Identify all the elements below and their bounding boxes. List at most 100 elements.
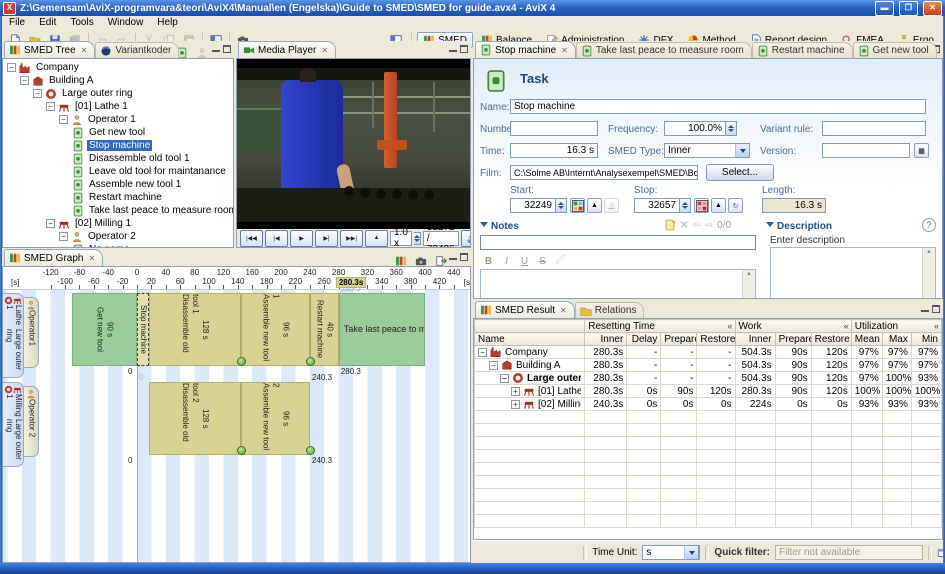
link-dot-icon[interactable] bbox=[237, 446, 246, 455]
collapse-group-icon[interactable]: « bbox=[844, 321, 849, 331]
close-tab-icon[interactable]: ✕ bbox=[81, 46, 88, 55]
graph-window-buttons[interactable] bbox=[449, 253, 468, 261]
link-dot-icon[interactable] bbox=[237, 357, 246, 366]
result-row-company[interactable]: −Company280.3s---504.3s90s120s97%97%97% bbox=[475, 346, 942, 359]
collapse-description-icon[interactable] bbox=[766, 222, 774, 231]
column-header-inner[interactable]: Inner bbox=[735, 333, 775, 346]
column-header-delay[interactable]: Delay bbox=[627, 333, 661, 346]
tree-item-restart-machine[interactable]: Restart machine bbox=[3, 191, 233, 204]
number-field[interactable] bbox=[510, 121, 598, 136]
tree-item-company[interactable]: −Company bbox=[3, 61, 233, 74]
bold-button[interactable]: B bbox=[480, 253, 497, 269]
time-unit-dropdown-icon[interactable] bbox=[684, 545, 699, 560]
task-bar-take-last-peace-to-measure-[interactable]: Take last peace to measure... bbox=[339, 293, 425, 366]
maximize-panel-icon[interactable] bbox=[223, 45, 231, 53]
link-dot-icon[interactable] bbox=[306, 446, 315, 455]
tree-item--02-milling-1[interactable]: −[02] Milling 1 bbox=[3, 217, 233, 230]
expander-icon[interactable]: − bbox=[59, 232, 68, 241]
description-textarea[interactable]: ▲▼ bbox=[770, 247, 936, 299]
start-bell-icon[interactable]: 🔔 bbox=[604, 198, 619, 213]
result-window-buttons[interactable] bbox=[921, 305, 940, 313]
menu-edit[interactable]: Edit bbox=[32, 16, 63, 30]
tree-item-stop-machine[interactable]: Stop machine bbox=[3, 139, 233, 152]
help-icon[interactable]: ? bbox=[922, 218, 936, 232]
menu-file[interactable]: File bbox=[2, 16, 32, 30]
step-forward-button[interactable]: ▶| bbox=[315, 230, 338, 247]
stop-set-from-film-icon[interactable] bbox=[694, 198, 709, 213]
expander-icon[interactable]: − bbox=[46, 102, 55, 111]
menu-window[interactable]: Window bbox=[101, 16, 151, 30]
delete-note-icon[interactable]: ✕ bbox=[680, 220, 688, 231]
column-header-inner[interactable]: Inner bbox=[585, 333, 627, 346]
name-field[interactable]: Stop machine bbox=[510, 99, 926, 114]
smed-type-dropdown-icon[interactable] bbox=[735, 143, 750, 158]
variant-rule-field[interactable] bbox=[822, 121, 926, 136]
tab-smed-tree[interactable]: SMED Tree✕ bbox=[4, 41, 95, 58]
note-title-input[interactable] bbox=[480, 235, 756, 250]
description-scrollbar[interactable]: ▲▼ bbox=[922, 248, 935, 299]
result-row-building-a[interactable]: −Building A280.3s---504.3s90s120s97%97%9… bbox=[475, 359, 942, 372]
film-path-field[interactable]: C:\Solme AB\Internt\Analysexempel\SMED\B… bbox=[510, 165, 698, 180]
minimize-panel-icon[interactable] bbox=[921, 305, 929, 313]
tab-restart-machine[interactable]: Restart machine bbox=[752, 42, 853, 58]
expander-icon[interactable]: + bbox=[511, 387, 520, 396]
tab-relations[interactable]: Relations bbox=[575, 302, 645, 318]
select-film-button[interactable]: Select... bbox=[706, 164, 774, 181]
start-spinner[interactable] bbox=[556, 198, 567, 213]
result-row--01-lathe-1[interactable]: +[01] Lathe 1280.3s0s90s120s280.3s90s120… bbox=[475, 385, 942, 398]
close-button[interactable]: ✕ bbox=[923, 1, 942, 16]
column-header-name[interactable]: Name bbox=[475, 333, 585, 346]
column-header-min[interactable]: Min bbox=[911, 333, 941, 346]
marker-button[interactable]: ▲ bbox=[365, 230, 388, 247]
start-set-from-film-icon[interactable] bbox=[570, 198, 585, 213]
start-marker-icon[interactable]: ▲ bbox=[587, 198, 602, 213]
tree-item-no-name[interactable]: No name bbox=[3, 243, 233, 248]
stop-loop-icon[interactable]: ↻ bbox=[728, 198, 743, 213]
time-cursor-badge[interactable]: 280.3s bbox=[336, 277, 366, 288]
task-bar-restart-machine[interactable]: Restart machine40 s bbox=[310, 293, 339, 366]
time-field[interactable]: 16.3 s bbox=[510, 143, 598, 158]
play-button[interactable]: ▶ bbox=[290, 230, 313, 247]
collapse-group-icon[interactable]: « bbox=[727, 321, 732, 331]
media-window-buttons[interactable] bbox=[449, 45, 468, 53]
highlight-pen-icon[interactable]: 🖉 bbox=[552, 253, 569, 269]
column-header-max[interactable]: Max bbox=[882, 333, 911, 346]
expander-icon[interactable]: − bbox=[46, 219, 55, 228]
time-unit-combo[interactable]: s bbox=[642, 545, 700, 560]
tree-item-large-outer-ring[interactable]: −Large outer ring bbox=[3, 87, 233, 100]
minimize-button[interactable]: ▬ bbox=[875, 1, 894, 16]
tree-item-take-last-peace-to-measure-room[interactable]: Take last peace to measure room bbox=[3, 204, 233, 217]
tree-item-disassemble-old-tool-1[interactable]: Disassemble old tool 1 bbox=[3, 152, 233, 165]
tab-media-player[interactable]: Media Player ✕ bbox=[238, 41, 336, 58]
collapse-group-icon[interactable]: « bbox=[934, 321, 939, 331]
notes-section-header[interactable]: Notes bbox=[480, 221, 519, 232]
restore-button[interactable]: ❐ bbox=[899, 1, 918, 16]
expander-icon[interactable]: − bbox=[59, 115, 68, 124]
tree-item-operator-2[interactable]: −Operator 2 bbox=[3, 230, 233, 243]
close-tab-icon[interactable]: ✕ bbox=[88, 254, 95, 263]
result-row--02-milling-1[interactable]: +[02] Milling 1240.3s0s0s0s224s0s0s93%93… bbox=[475, 398, 942, 411]
column-header-restore[interactable]: Restore bbox=[697, 333, 735, 346]
column-header-mean[interactable]: Mean bbox=[851, 333, 882, 346]
expander-icon[interactable]: − bbox=[20, 76, 29, 85]
maximize-panel-icon[interactable] bbox=[932, 305, 940, 313]
column-header-prepare[interactable]: Prepare bbox=[775, 333, 811, 346]
expander-icon[interactable]: − bbox=[489, 361, 498, 370]
close-tab-icon[interactable]: ✕ bbox=[321, 46, 328, 55]
maximize-panel-icon[interactable] bbox=[460, 253, 468, 261]
new-note-icon[interactable] bbox=[664, 219, 676, 231]
tab-smed-result[interactable]: SMED Result✕ bbox=[475, 301, 575, 318]
operator-tab-operator1[interactable]: Operator1 bbox=[24, 297, 39, 368]
speed-spinner[interactable] bbox=[414, 232, 421, 245]
step-back-button[interactable]: |◀ bbox=[265, 230, 288, 247]
tab-get-new-tool[interactable]: Get new tool bbox=[853, 42, 937, 58]
frequency-field[interactable]: 100.0% bbox=[664, 121, 726, 136]
stop-field[interactable]: 32657 bbox=[634, 198, 680, 213]
video-frame[interactable] bbox=[237, 59, 470, 229]
tree-item-building-a[interactable]: −Building A bbox=[3, 74, 233, 87]
close-tab-icon[interactable]: ✕ bbox=[561, 46, 568, 55]
menu-tools[interactable]: Tools bbox=[63, 16, 100, 30]
machine-tab-milling-1[interactable]: Milling 1Large outer ring bbox=[3, 382, 24, 467]
jump-start-button[interactable]: |◀◀ bbox=[240, 230, 263, 247]
task-bar-disassemble-old-tool-2[interactable]: Disassemble old tool 2128 s bbox=[149, 382, 241, 455]
